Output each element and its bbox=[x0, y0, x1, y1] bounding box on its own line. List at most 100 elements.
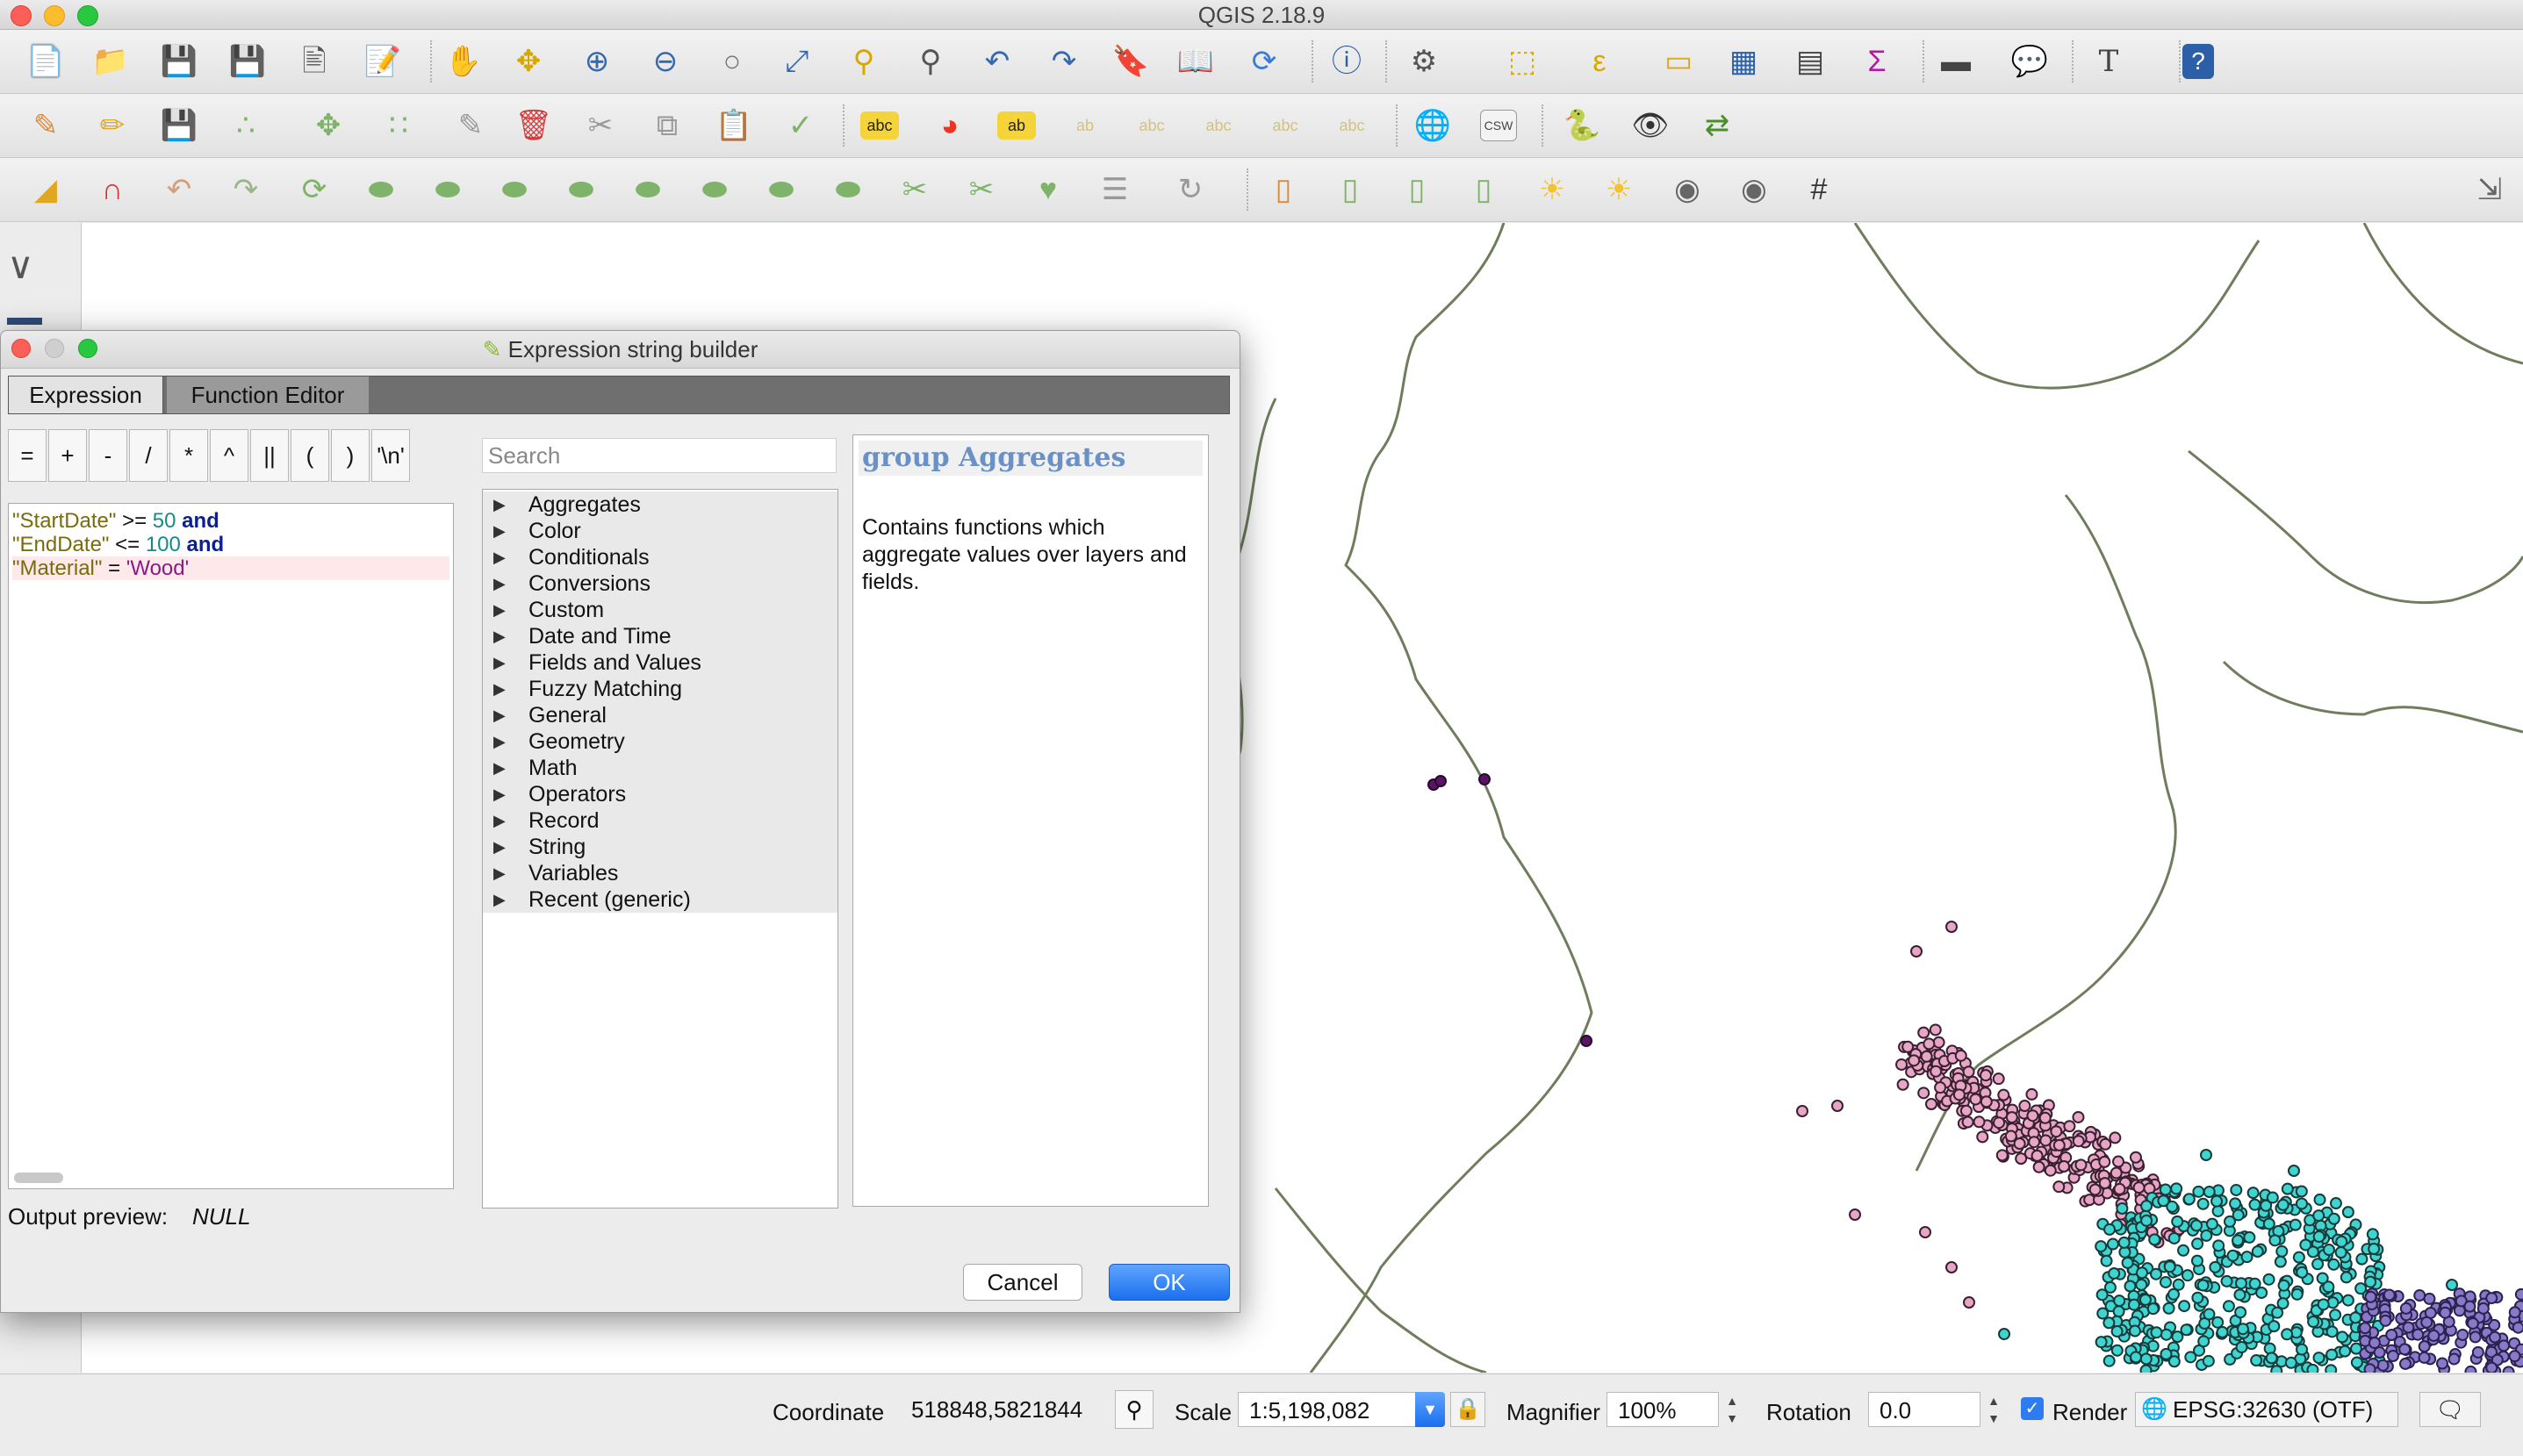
operator-button[interactable]: * bbox=[169, 429, 208, 482]
cut-features-icon[interactable]: ✂ bbox=[581, 106, 620, 145]
add-feature-icon[interactable]: ∴ bbox=[226, 106, 265, 145]
tab-expression[interactable]: Expression bbox=[9, 377, 163, 413]
reshape-features-icon[interactable]: ⬬ bbox=[762, 170, 801, 209]
dock-handle[interactable] bbox=[7, 318, 42, 325]
function-group-item[interactable]: ▶ Math bbox=[483, 755, 837, 781]
add-wms-icon[interactable]: 🌐 bbox=[1413, 106, 1452, 145]
expand-arrow-icon[interactable]: ▶ bbox=[493, 807, 506, 834]
expand-arrow-icon[interactable]: ▶ bbox=[493, 649, 506, 676]
crs-button[interactable]: 🌐 EPSG:32630 (OTF) bbox=[2135, 1392, 2398, 1427]
zoom-layer-icon[interactable]: ⚲ bbox=[911, 42, 950, 81]
operator-button[interactable]: / bbox=[129, 429, 168, 482]
open-project-icon[interactable]: 📁 bbox=[91, 42, 130, 81]
move-label-icon[interactable]: abc bbox=[1199, 106, 1238, 145]
zoom-full-icon[interactable]: ⤢ bbox=[778, 42, 816, 81]
magnifier-field[interactable]: 100% bbox=[1607, 1392, 1719, 1427]
save-layer-edits-icon[interactable]: 💾 bbox=[160, 106, 198, 145]
run-feature-action-icon[interactable]: ⚙ bbox=[1405, 42, 1443, 81]
field-calculator-icon[interactable]: ▤ bbox=[1791, 42, 1829, 81]
new-print-composer-icon[interactable]: 🖹 bbox=[295, 42, 334, 81]
expand-arrow-icon[interactable]: ▶ bbox=[493, 570, 506, 597]
add-point-sun-2-icon[interactable]: ☀ bbox=[1599, 170, 1638, 209]
toolbar-overflow-icon[interactable]: ⇲ bbox=[2470, 170, 2509, 209]
new-bookmark-icon[interactable]: 🔖 bbox=[1111, 42, 1150, 81]
copy-features-icon[interactable]: ⧉ bbox=[648, 106, 686, 145]
split-features-icon[interactable]: ✂ bbox=[895, 170, 934, 209]
add-circle-2-icon[interactable]: ◉ bbox=[1735, 170, 1773, 209]
pan-hand-icon[interactable]: ✋ bbox=[444, 42, 483, 81]
expand-arrow-icon[interactable]: ▶ bbox=[493, 860, 506, 886]
add-ring-icon[interactable]: ⬬ bbox=[428, 170, 467, 209]
toggle-extents-icon[interactable]: ⚲ bbox=[1115, 1390, 1154, 1429]
scale-dropdown-icon[interactable]: ▼ bbox=[1415, 1392, 1445, 1427]
render-checkbox[interactable]: ✓ bbox=[2021, 1397, 2044, 1420]
refresh-icon[interactable]: ⟳ bbox=[1245, 42, 1283, 81]
redo-icon[interactable]: ↷ bbox=[226, 170, 265, 209]
function-group-item[interactable]: ▶ Conversions bbox=[483, 570, 837, 597]
delete-part-icon[interactable]: ⬬ bbox=[695, 170, 734, 209]
select-by-expression-icon[interactable]: ε bbox=[1580, 42, 1619, 81]
csw-icon[interactable]: CSW bbox=[1480, 110, 1517, 141]
operator-button[interactable]: - bbox=[89, 429, 127, 482]
editor-hscrollbar[interactable] bbox=[14, 1173, 63, 1183]
undo-icon[interactable]: ↶ bbox=[160, 170, 198, 209]
node-tool-icon[interactable]: ∷ bbox=[379, 106, 418, 145]
layer-diagram-icon[interactable]: ◕ bbox=[931, 106, 969, 145]
expand-arrow-icon[interactable]: ▶ bbox=[493, 518, 506, 544]
add-circle-icon[interactable]: ◉ bbox=[1668, 170, 1707, 209]
expand-arrow-icon[interactable]: ▶ bbox=[493, 702, 506, 728]
function-group-item[interactable]: ▶ Date and Time bbox=[483, 623, 837, 649]
digitize-vertex-icon[interactable]: ∨ bbox=[7, 244, 34, 287]
statistics-sum-icon[interactable]: Σ bbox=[1858, 42, 1896, 81]
function-group-item[interactable]: ▶ Custom bbox=[483, 597, 837, 623]
toggle-editing-icon[interactable]: ✏ bbox=[93, 106, 132, 145]
align-icon[interactable]: ☰ bbox=[1096, 170, 1134, 209]
python-console-icon[interactable]: 🐍 bbox=[1563, 106, 1601, 145]
zoom-out-icon[interactable]: ⊖ bbox=[646, 42, 685, 81]
expand-arrow-icon[interactable]: ▶ bbox=[493, 755, 506, 781]
vector-bars-4-icon[interactable]: ▯ bbox=[1464, 170, 1503, 209]
vector-bars-3-icon[interactable]: ▯ bbox=[1398, 170, 1436, 209]
expand-arrow-icon[interactable]: ▶ bbox=[493, 623, 506, 649]
current-edits-icon[interactable]: ✎ bbox=[26, 106, 65, 145]
expand-arrow-icon[interactable]: ▶ bbox=[493, 676, 506, 702]
operator-button[interactable]: || bbox=[250, 429, 289, 482]
add-part-icon[interactable]: ⬬ bbox=[495, 170, 534, 209]
expand-arrow-icon[interactable]: ▶ bbox=[493, 597, 506, 623]
expand-arrow-icon[interactable]: ▶ bbox=[493, 544, 506, 570]
rotate-feature-icon[interactable]: ⟳ bbox=[295, 170, 334, 209]
expand-arrow-icon[interactable]: ▶ bbox=[493, 491, 506, 518]
save-as-icon[interactable]: 💾 bbox=[228, 42, 267, 81]
merge-features-icon[interactable]: ♥ bbox=[1029, 170, 1067, 209]
vector-bars-icon[interactable]: ▯ bbox=[1264, 170, 1303, 209]
operator-button[interactable]: ) bbox=[331, 429, 370, 482]
function-group-item[interactable]: ▶ Fuzzy Matching bbox=[483, 676, 837, 702]
operator-button[interactable]: + bbox=[48, 429, 87, 482]
layer-labeling-icon[interactable]: abc bbox=[860, 111, 899, 140]
change-label-icon[interactable]: abc bbox=[1333, 106, 1371, 145]
attribute-table-icon[interactable]: ▦ bbox=[1724, 42, 1763, 81]
function-group-item[interactable]: ▶ Aggregates bbox=[483, 491, 837, 518]
function-search-input[interactable] bbox=[482, 438, 837, 473]
paste-features-icon[interactable]: 📋 bbox=[715, 106, 753, 145]
composer-manager-icon[interactable]: 📝 bbox=[363, 42, 402, 81]
operator-button[interactable]: ^ bbox=[210, 429, 248, 482]
pin-labels-icon[interactable]: ab bbox=[1066, 106, 1104, 145]
messages-icon[interactable]: 🗨 bbox=[2419, 1392, 2481, 1427]
zoom-native-icon[interactable]: ○ bbox=[713, 42, 751, 81]
zoom-next-icon[interactable]: ↷ bbox=[1045, 42, 1083, 81]
magnifier-stepper-icon[interactable]: ▲ ▼ bbox=[1722, 1392, 1742, 1427]
operator-button[interactable]: '\n' bbox=[371, 429, 410, 482]
cad-tools-icon[interactable]: ◢ bbox=[26, 170, 65, 209]
add-point-sun-icon[interactable]: ☀ bbox=[1533, 170, 1571, 209]
function-group-item[interactable]: ▶ General bbox=[483, 702, 837, 728]
zoom-in-icon[interactable]: ⊕ bbox=[578, 42, 616, 81]
identify-features-icon[interactable]: ⓘ bbox=[1327, 42, 1366, 81]
snapping-magnet-icon[interactable]: ∩ bbox=[93, 170, 132, 209]
zoom-selection-icon[interactable]: ⚲ bbox=[845, 42, 883, 81]
expand-arrow-icon[interactable]: ▶ bbox=[493, 781, 506, 807]
function-group-item[interactable]: ▶ Geometry bbox=[483, 728, 837, 755]
split-parts-icon[interactable]: ✂ bbox=[962, 170, 1001, 209]
map-tips-icon[interactable]: 💬 bbox=[2010, 42, 2049, 81]
delete-ring-icon[interactable]: ⬬ bbox=[629, 170, 667, 209]
